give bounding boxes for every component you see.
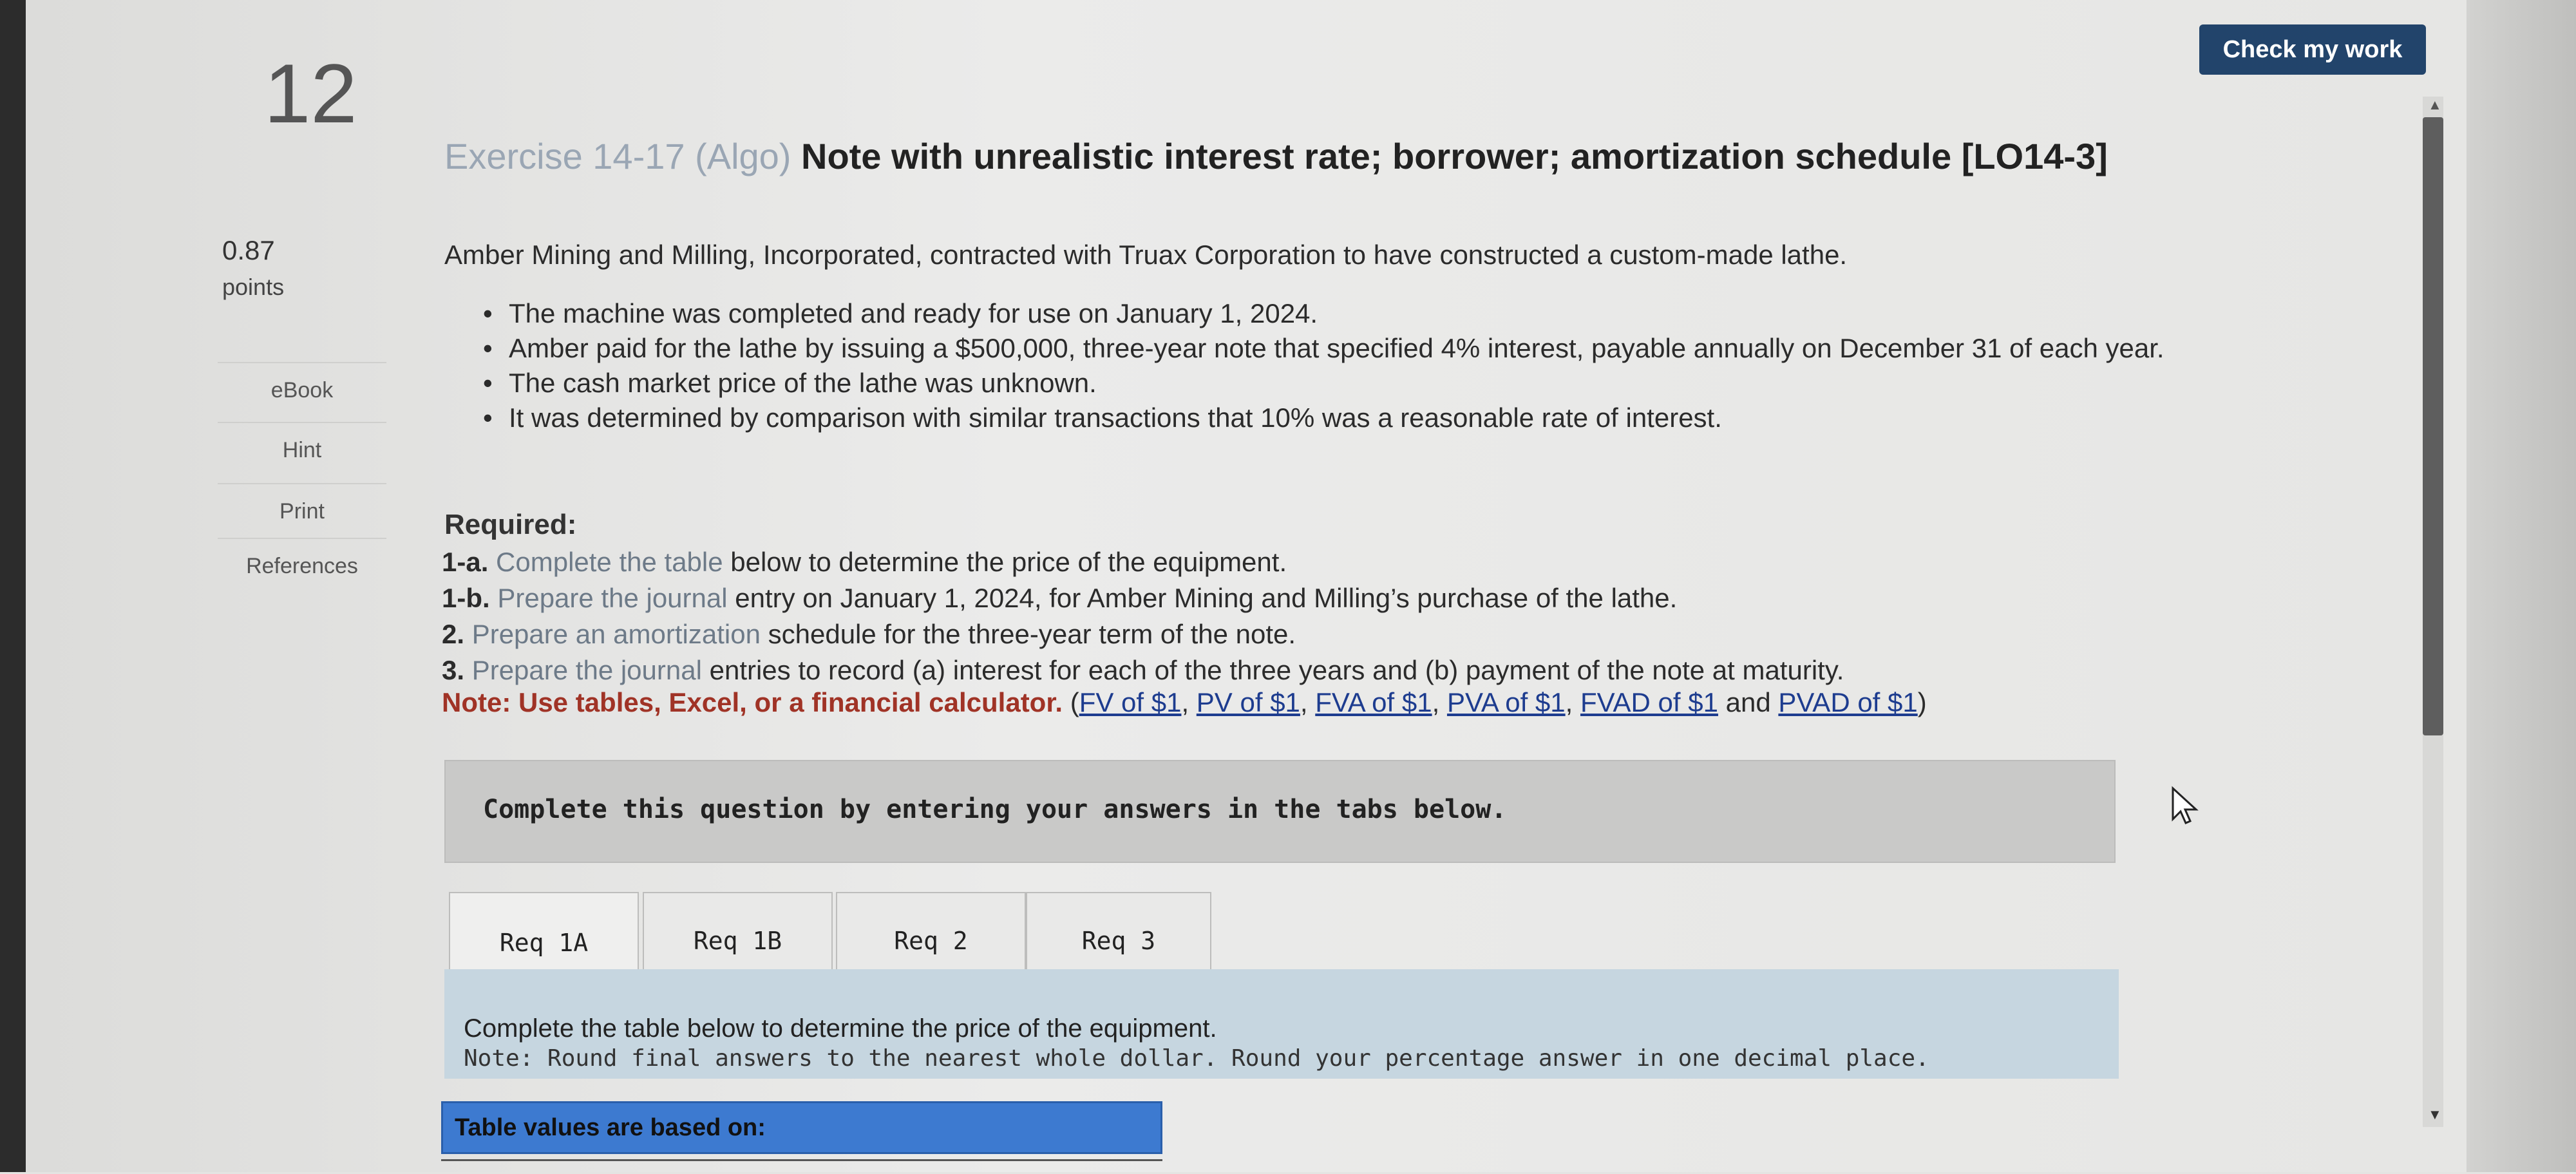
pvad-link[interactable]: PVAD of $1 — [1778, 687, 1917, 717]
exercise-intro: Amber Mining and Milling, Incorporated, … — [444, 240, 1848, 270]
scrollbar-thumb[interactable] — [2423, 117, 2443, 735]
list-item: The machine was completed and ready for … — [483, 296, 2299, 331]
panel-note: Note: Round final answers to the nearest… — [464, 1045, 1929, 1072]
screen-bezel-left — [0, 0, 26, 1172]
exercise-title: Exercise 14-17 (Algo) Note with unrealis… — [444, 135, 2108, 177]
points-value: 0.87 — [222, 235, 275, 265]
requirement-tag: 1-b. — [442, 583, 490, 613]
requirement-2: 2. Prepare an amortization schedule for … — [442, 616, 1844, 652]
exercise-title-text: Note with unrealistic interest rate; bor… — [791, 136, 2108, 176]
tables-note: Note: Use tables, Excel, or a financial … — [442, 687, 1927, 717]
requirement-text: entry on January 1, 2024, for Amber Mini… — [727, 583, 1678, 613]
required-heading: Required: — [444, 509, 577, 540]
pva-link[interactable]: PVA of $1 — [1447, 687, 1566, 717]
requirement-lead: Prepare the journal — [489, 583, 728, 613]
table-header: Table values are based on: — [441, 1101, 1162, 1154]
req-1a-panel: Complete the table below to determine th… — [444, 969, 2119, 1079]
points-label: points — [222, 274, 285, 300]
instructions-text: Complete this question by entering your … — [483, 795, 1507, 824]
list-item: It was determined by comparison with sim… — [483, 401, 2299, 435]
requirement-3: 3. Prepare the journal entries to record… — [442, 652, 1844, 688]
requirement-text: schedule for the three-year term of the … — [760, 619, 1296, 649]
print-button[interactable]: Print — [218, 483, 386, 538]
requirement-lead: Prepare the journal — [464, 655, 702, 685]
fva-link[interactable]: FVA of $1 — [1315, 687, 1432, 717]
panel-instruction: Complete the table below to determine th… — [464, 1014, 1217, 1043]
references-button[interactable]: References — [218, 538, 386, 593]
note-and: and — [1718, 687, 1779, 717]
instructions-band: Complete this question by entering your … — [444, 760, 2116, 863]
ebook-button[interactable]: eBook — [218, 362, 386, 417]
requirement-tag: 2. — [442, 619, 465, 649]
list-item: Amber paid for the lathe by issuing a $5… — [483, 331, 2299, 366]
requirement-1a: 1-a. Complete the table below to determi… — [442, 544, 1844, 580]
pv-link[interactable]: PV of $1 — [1197, 687, 1300, 717]
scroll-up-icon[interactable]: ▲ — [2428, 97, 2442, 113]
mouse-cursor-icon — [2172, 786, 2199, 824]
fvad-link[interactable]: FVAD of $1 — [1580, 687, 1718, 717]
question-number: 12 — [264, 46, 357, 140]
requirement-tag: 1-a. — [442, 547, 489, 577]
requirement-text: below to determine the price of the equi… — [723, 547, 1287, 577]
hint-button[interactable]: Hint — [218, 422, 386, 477]
screen-bezel-right — [2467, 0, 2576, 1172]
scroll-down-icon[interactable]: ▼ — [2428, 1106, 2442, 1123]
requirement-lead: Prepare an amortization — [464, 619, 761, 649]
requirements-list: 1-a. Complete the table below to determi… — [442, 544, 1844, 688]
exercise-title-prefix: Exercise 14-17 (Algo) — [444, 136, 791, 176]
requirement-tag: 3. — [442, 655, 465, 685]
list-item: The cash market price of the lathe was u… — [483, 366, 2299, 401]
requirement-1b: 1-b. Prepare the journal entry on Januar… — [442, 580, 1844, 616]
requirement-lead: Complete the table — [488, 547, 723, 577]
requirement-text: entries to record (a) interest for each … — [701, 655, 1844, 685]
note-label: Note: Use tables, Excel, or a financial … — [442, 687, 1063, 717]
facts-list: The machine was completed and ready for … — [483, 296, 2299, 435]
fv-link[interactable]: FV of $1 — [1079, 687, 1182, 717]
check-my-work-button[interactable]: Check my work — [2199, 24, 2426, 75]
